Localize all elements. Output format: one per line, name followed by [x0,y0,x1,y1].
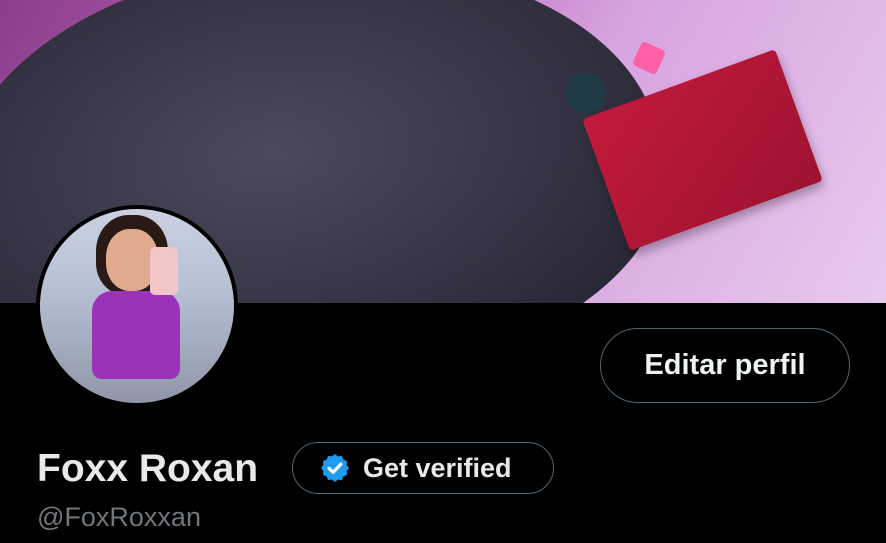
profile-name: Foxx Roxan [37,447,259,490]
profile-avatar[interactable] [36,205,238,407]
verified-badge-icon [321,454,349,482]
get-verified-label: Get verified [363,452,512,483]
banner-butterfly-decoration [631,40,667,76]
avatar-phone [150,247,178,295]
banner-clover-decoration [566,73,606,113]
avatar-photo [40,209,234,403]
avatar-top [92,291,180,379]
edit-profile-button[interactable]: Editar perfil [600,328,850,403]
get-verified-button[interactable]: Get verified [292,442,554,494]
profile-handle: @FoxRoxxan [37,502,201,532]
